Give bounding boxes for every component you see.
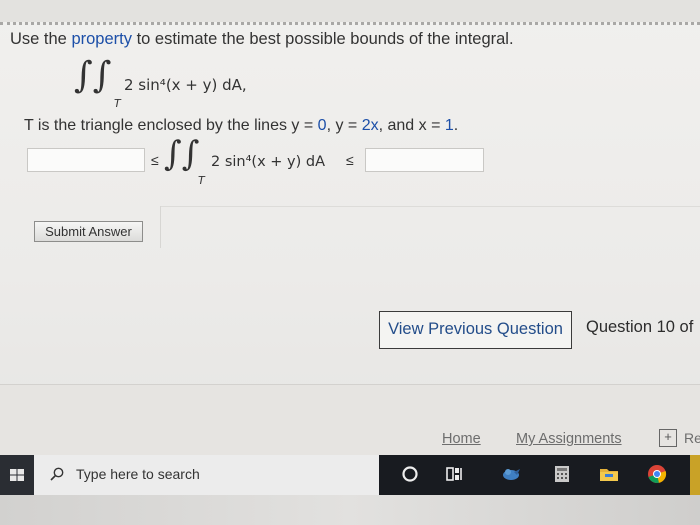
cond-value-3: 1 — [444, 117, 454, 134]
integral-subscript: T — [198, 174, 205, 187]
windows-icon — [10, 469, 24, 481]
footer-more-link[interactable]: Re — [684, 430, 700, 446]
property-link[interactable]: property — [71, 30, 132, 48]
page-content: Use the property to estimate the best po… — [0, 0, 700, 455]
double-integral-symbol: ∫∫ — [164, 134, 200, 174]
windows-taskbar: Type here to search — [0, 455, 700, 495]
home-link[interactable]: Home — [442, 431, 481, 447]
leq-symbol-left: ≤ — [151, 152, 159, 168]
double-integral-symbol: ∫∫ — [74, 55, 112, 96]
search-placeholder: Type here to search — [76, 466, 200, 482]
integrand-expression: 2 sin⁴(x + y) dA — [211, 154, 325, 170]
prompt-text-2: to estimate the best possible bounds of … — [131, 30, 514, 48]
search-icon — [50, 467, 64, 481]
pinned-app-icon[interactable] — [690, 455, 700, 495]
calculator-icon[interactable] — [551, 463, 573, 485]
cond-value-2: 2x — [361, 117, 379, 134]
cond-text: T is the triangle enclosed by the lines … — [24, 117, 318, 134]
view-previous-question-button[interactable]: View Previous Question — [379, 311, 572, 349]
desk-surface — [0, 495, 700, 525]
file-explorer-icon[interactable] — [598, 463, 620, 485]
start-button[interactable] — [0, 455, 34, 495]
lower-bound-input[interactable] — [27, 148, 145, 172]
top-strip — [0, 0, 700, 22]
integral-subscript: T — [114, 97, 121, 110]
cond-text: , and x = — [378, 117, 445, 134]
dotted-divider — [0, 22, 700, 25]
integrand-expression: 2 sin⁴(x + y) dA, — [124, 76, 247, 94]
question-counter: Question 10 of — [586, 318, 694, 336]
section-divider-vertical — [160, 206, 161, 248]
bird-app-icon[interactable] — [500, 463, 522, 485]
plus-box-icon[interactable]: + — [659, 429, 677, 447]
submit-answer-button[interactable]: Submit Answer — [34, 221, 143, 242]
region-description: T is the triangle enclosed by the lines … — [24, 117, 458, 135]
section-divider — [160, 206, 700, 207]
question-prompt: Use the property to estimate the best po… — [10, 30, 514, 49]
my-assignments-link[interactable]: My Assignments — [516, 431, 622, 447]
leq-symbol-right: ≤ — [346, 152, 354, 168]
cortana-circle-icon[interactable] — [399, 463, 421, 485]
chrome-icon[interactable] — [646, 463, 668, 485]
cond-text: . — [453, 117, 459, 134]
task-view-icon[interactable] — [444, 463, 466, 485]
taskbar-search-input[interactable]: Type here to search — [34, 455, 379, 495]
prompt-text-1: Use the — [10, 30, 72, 48]
cond-value-1: 0 — [317, 117, 327, 134]
cond-text: , y = — [326, 117, 362, 134]
upper-bound-input[interactable] — [365, 148, 484, 172]
